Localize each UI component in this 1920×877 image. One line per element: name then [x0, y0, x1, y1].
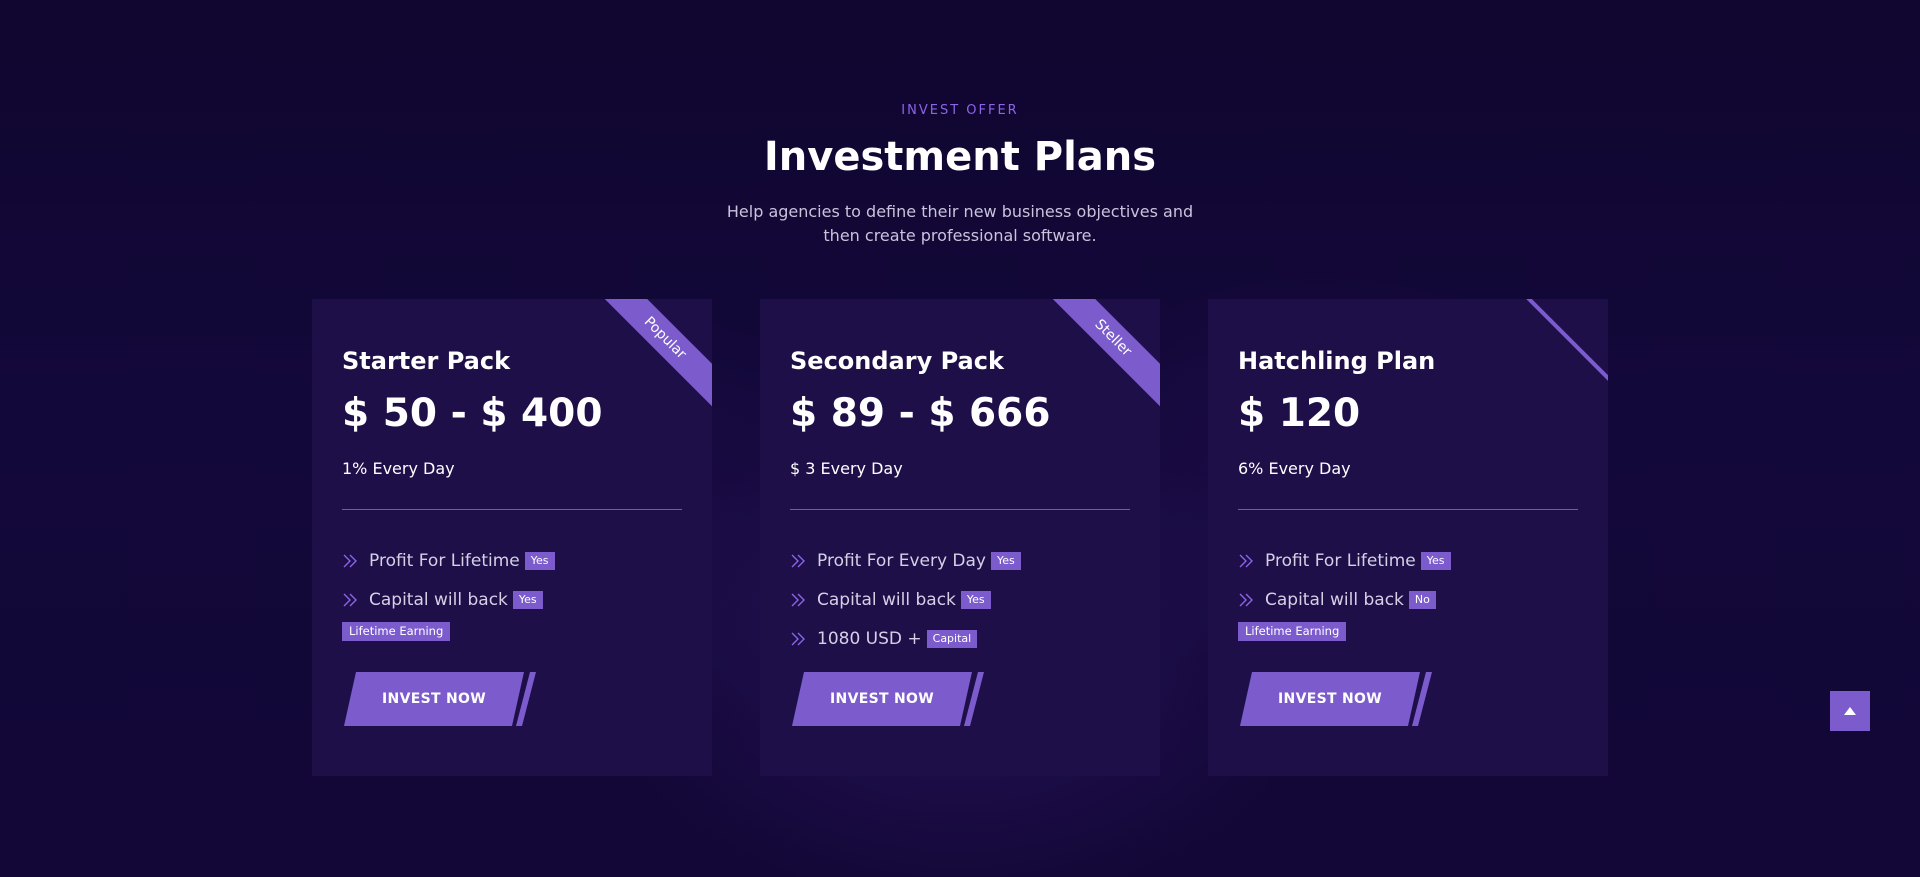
feature-item: Capital will back No [1238, 580, 1451, 619]
feature-item: Profit For Lifetime Yes [1238, 541, 1451, 580]
section-subtitle: Help agencies to define their new busine… [726, 202, 1194, 245]
caret-up-icon [1844, 707, 1856, 715]
feature-text: Capital will back [817, 589, 956, 610]
feature-badge: Yes [1420, 551, 1451, 570]
feature-text: Profit For Lifetime [1265, 550, 1416, 571]
feature-text: Capital will back [369, 589, 508, 610]
double-chevron-right-icon [791, 593, 805, 606]
feature-text: Profit For Lifetime [369, 550, 520, 571]
feature-badge: Yes [524, 551, 555, 570]
plan-card-starter-pack: Popular Starter Pack $ 50 - $ 400 1% Eve… [312, 299, 712, 776]
feature-item: Profit For Every Day Yes [790, 541, 1021, 580]
double-chevron-right-icon [791, 632, 805, 645]
feature-badge: Yes [991, 551, 1021, 570]
invest-button-wrapper: INVEST NOW [344, 672, 544, 726]
feature-list: Profit For Lifetime Yes Capital will bac… [1238, 541, 1451, 619]
section-eyebrow: INVEST OFFER [901, 103, 1019, 118]
feature-badge: No [1408, 590, 1436, 609]
invest-button-wrapper: INVEST NOW [792, 672, 992, 726]
divider [790, 509, 1130, 510]
feature-list: Profit For Lifetime Yes Capital will bac… [342, 541, 555, 619]
feature-badge: Yes [960, 590, 991, 609]
double-chevron-right-icon [343, 554, 357, 567]
feature-text: Profit For Every Day [817, 550, 986, 571]
lifetime-earning-tag: Lifetime Earning [342, 622, 451, 641]
invest-now-button[interactable]: INVEST NOW [792, 672, 972, 726]
page-title: Investment Plans [763, 134, 1157, 180]
plan-card-secondary-pack: Steller Secondary Pack $ 89 - $ 666 $ 3 … [760, 299, 1160, 776]
plan-ribbon: Popular [594, 299, 712, 409]
invest-now-button[interactable]: INVEST NOW [1240, 672, 1420, 726]
feature-item: 1080 USD + Capital [790, 619, 1021, 658]
plan-price: $ 120 [1238, 391, 1361, 436]
plan-price: $ 50 - $ 400 [342, 391, 603, 436]
feature-badge: Yes [512, 590, 543, 609]
plan-ribbon: Steller [1042, 299, 1160, 409]
feature-item: Capital will back Yes [790, 580, 1021, 619]
feature-text: 1080 USD + [817, 628, 922, 649]
feature-item: Capital will back Yes [342, 580, 555, 619]
double-chevron-right-icon [1239, 593, 1253, 606]
plan-name: Hatchling Plan [1238, 347, 1436, 375]
double-chevron-right-icon [1239, 554, 1253, 567]
plan-rate: 1% Every Day [342, 459, 455, 478]
lifetime-earning-tag: Lifetime Earning [1238, 622, 1347, 641]
plan-name: Secondary Pack [790, 347, 1004, 375]
plan-price: $ 89 - $ 666 [790, 391, 1051, 436]
plan-rate: $ 3 Every Day [790, 459, 903, 478]
scroll-to-top-button[interactable] [1830, 691, 1870, 731]
plan-ribbon [1509, 299, 1608, 403]
feature-text: Capital will back [1265, 589, 1404, 610]
invest-button-wrapper: INVEST NOW [1240, 672, 1440, 726]
divider [342, 509, 682, 510]
feature-list: Profit For Every Day Yes Capital will ba… [790, 541, 1021, 658]
invest-now-button[interactable]: INVEST NOW [344, 672, 524, 726]
plan-name: Starter Pack [342, 347, 511, 375]
feature-badge: Capital [926, 629, 978, 648]
plan-card-hatchling-plan: Hatchling Plan $ 120 6% Every Day Profit… [1208, 299, 1608, 776]
feature-item: Profit For Lifetime Yes [342, 541, 555, 580]
double-chevron-right-icon [343, 593, 357, 606]
divider [1238, 509, 1578, 510]
double-chevron-right-icon [791, 554, 805, 567]
plan-rate: 6% Every Day [1238, 459, 1351, 478]
